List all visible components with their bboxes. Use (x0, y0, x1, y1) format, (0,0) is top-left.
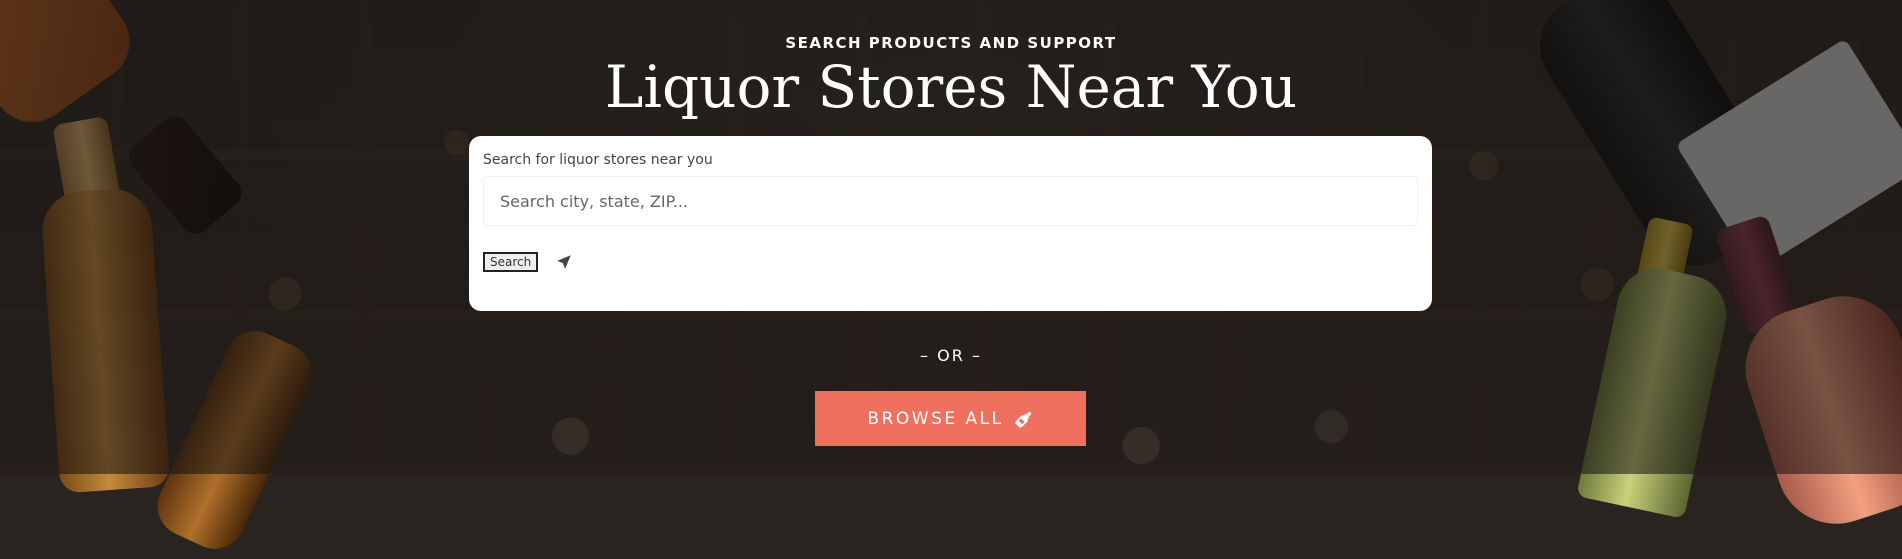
page-title: Liquor Stores Near You (604, 53, 1298, 121)
hero-kicker: SEARCH PRODUCTS AND SUPPORT (785, 34, 1117, 52)
location-arrow-icon[interactable] (555, 253, 573, 271)
search-button[interactable]: Search (483, 252, 539, 272)
search-input[interactable] (483, 176, 1418, 226)
search-label: Search for liquor stores near you (483, 152, 713, 168)
bottle-icon (1014, 409, 1034, 429)
browse-all-button[interactable]: BROWSE ALL (815, 391, 1086, 446)
or-divider: – OR – (920, 346, 982, 365)
browse-all-label: BROWSE ALL (867, 408, 1004, 429)
search-card: Search for liquor stores near you Search (469, 136, 1432, 311)
hero-content: SEARCH PRODUCTS AND SUPPORT Liquor Store… (0, 0, 1902, 474)
